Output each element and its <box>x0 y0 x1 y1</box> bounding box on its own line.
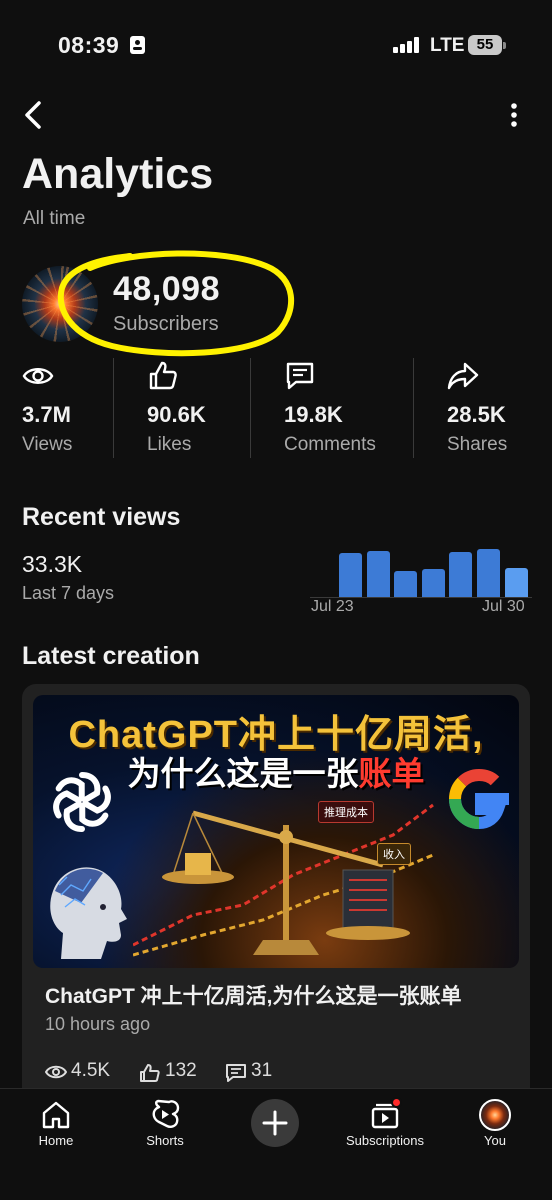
video-age: 10 hours ago <box>45 1014 151 1034</box>
chart-start-date: Jul 23 <box>311 598 354 615</box>
home-icon <box>42 1101 70 1129</box>
stat-value: 90.6K <box>147 402 206 427</box>
balance-scale-illustration <box>133 803 434 957</box>
create-button[interactable] <box>251 1099 299 1147</box>
stat-value: 28.5K <box>447 402 506 427</box>
shorts-icon <box>152 1099 180 1128</box>
share-icon <box>447 362 479 390</box>
chart-bar <box>477 549 500 597</box>
stat-label: Views <box>22 434 73 455</box>
comment-icon <box>226 1064 246 1082</box>
openai-logo-icon <box>53 772 111 832</box>
recent-views-heading: Recent views <box>22 503 181 531</box>
subscribers-label: Subscribers <box>113 313 219 335</box>
thumbs-up-icon <box>140 1064 160 1082</box>
thumbnail-highlight-text: 账单 <box>358 755 425 792</box>
more-vert-icon <box>511 103 517 127</box>
chart-bar <box>394 571 418 597</box>
chart-bar <box>366 551 390 597</box>
latest-creation-heading: Latest creation <box>22 642 200 670</box>
stat-label: Shares <box>447 434 508 455</box>
ai-robot-head-illustration <box>50 867 128 959</box>
status-time: 08:39 <box>58 32 120 58</box>
nav-home[interactable]: Home <box>1 1099 111 1159</box>
chevron-left-icon <box>25 101 41 129</box>
bottom-navigation: Home Shorts Subscriptions You <box>0 1088 552 1200</box>
video-title[interactable]: ChatGPT 冲上十亿周活,为什么这是一张账单 <box>45 980 505 1010</box>
more-options-button[interactable] <box>502 100 526 130</box>
video-likes-value: 132 <box>165 1060 197 1081</box>
signal-icon <box>393 37 421 53</box>
nav-you[interactable]: You <box>440 1099 550 1159</box>
nav-shorts-label: Shorts <box>146 1133 184 1148</box>
subscribers-count: 48,098 <box>113 270 220 308</box>
nav-subscriptions[interactable]: Subscriptions <box>330 1099 440 1159</box>
chart-end-date: Jul 30 <box>482 598 525 615</box>
id-card-icon <box>130 36 145 54</box>
thumbnail-tag-revenue: 收入 <box>377 843 411 865</box>
stat-value: 3.7M <box>22 402 71 427</box>
nav-subscriptions-label: Subscriptions <box>345 1133 425 1148</box>
video-thumbnail[interactable]: ChatGPT冲上十亿周活, 为什么这是一张账单 推理成本 收入 <box>33 695 519 968</box>
google-logo-icon <box>449 768 509 830</box>
recent-views-count: 33.3K <box>22 551 83 577</box>
stat-value: 19.8K <box>284 402 343 427</box>
chart-bar <box>421 569 445 597</box>
chart-bar <box>504 568 528 597</box>
comment-icon <box>286 362 314 390</box>
divider <box>113 358 114 458</box>
plus-icon <box>262 1110 288 1136</box>
date-range-label: All time <box>23 208 86 229</box>
eye-icon <box>45 1065 67 1079</box>
user-avatar <box>479 1099 511 1131</box>
stat-label: Comments <box>284 434 376 455</box>
chart-bar <box>449 552 473 597</box>
notification-dot <box>391 1097 402 1108</box>
status-bar: 08:39 LTE 55 <box>0 0 552 90</box>
thumbnail-tag-cost: 推理成本 <box>318 801 374 823</box>
latest-video-card[interactable]: ChatGPT冲上十亿周活, 为什么这是一张账单 推理成本 收入 ChatGPT… <box>22 684 530 1104</box>
chart-bar <box>339 553 362 597</box>
recent-views-period: Last 7 days <box>22 583 115 603</box>
recent-views-chart[interactable] <box>310 540 532 598</box>
eye-icon <box>22 368 54 384</box>
thumbnail-subheadline-text: 为什么这是一张 <box>127 755 359 792</box>
divider <box>250 358 251 458</box>
divider <box>413 358 414 458</box>
nav-home-label: Home <box>38 1133 74 1148</box>
video-views-value: 4.5K <box>71 1060 111 1081</box>
nav-you-label: You <box>484 1133 506 1148</box>
video-comments-value: 31 <box>251 1060 273 1081</box>
channel-avatar[interactable] <box>22 266 98 342</box>
nav-shorts[interactable]: Shorts <box>110 1099 220 1159</box>
page-title: Analytics <box>22 150 214 198</box>
network-type: LTE <box>430 35 465 56</box>
stat-label: Likes <box>147 434 192 455</box>
back-button[interactable] <box>18 98 50 132</box>
thumbs-up-icon <box>149 361 177 390</box>
battery-icon: 55 <box>468 35 506 55</box>
